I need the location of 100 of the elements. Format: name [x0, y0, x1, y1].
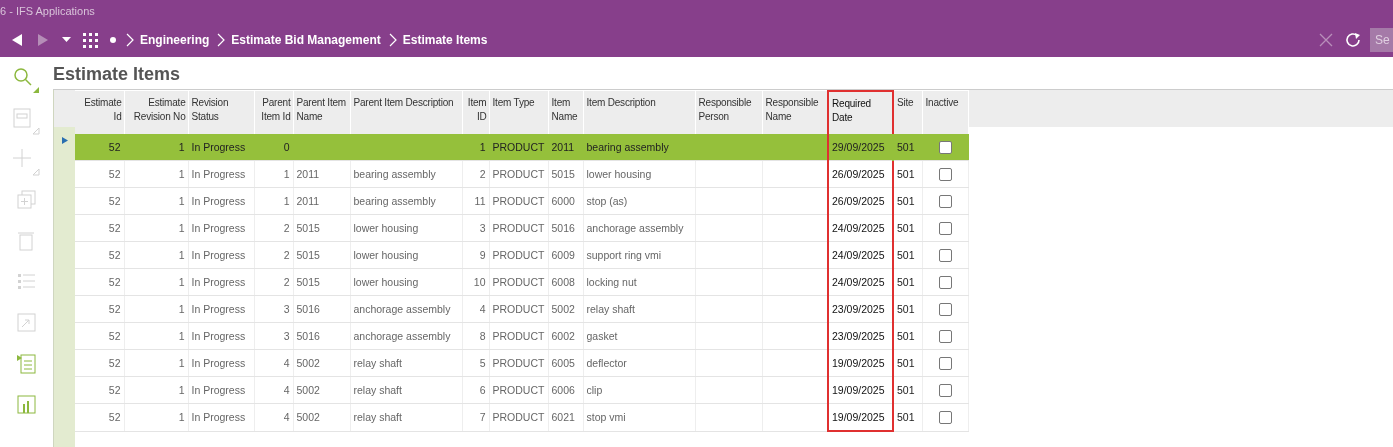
- column-header[interactable]: Item Type: [489, 91, 548, 134]
- bar-chart-icon[interactable]: [17, 395, 36, 415]
- table-cell: stop vmi: [586, 411, 626, 424]
- table-row[interactable]: 52 1 In Progress 2 5015 lower housing 10 PRODUCT 6008 locking nut 24/09/2025 501: [75, 268, 968, 296]
- table-row[interactable]: 52 1 In Progress 2 5015 lower housing 3 PRODUCT 5016 anchorage assembly 24/09/2025 501: [75, 214, 968, 242]
- checkbox[interactable]: [938, 140, 952, 154]
- table-cell: 6006: [551, 384, 575, 396]
- checkbox[interactable]: [938, 302, 952, 316]
- table-cell: 5016: [296, 303, 320, 315]
- column-header[interactable]: Estimate Revision No: [124, 91, 188, 134]
- table-cell: 5015: [296, 249, 320, 261]
- column-header[interactable]: Site: [893, 91, 922, 134]
- column-header[interactable]: Item ID: [462, 91, 489, 134]
- table-cell: bearing assembly: [353, 195, 436, 207]
- breadcrumb-link[interactable]: Estimate Items: [402, 33, 488, 47]
- back-icon[interactable]: [10, 33, 24, 47]
- table-cell: In Progress: [191, 384, 246, 396]
- checkbox[interactable]: [938, 275, 952, 289]
- table-row[interactable]: 52 1 In Progress 1 2011 bearing assembly 11 PRODUCT 6000 stop (as) 26/09/2025 501: [75, 187, 968, 215]
- apps-grid-icon[interactable]: [83, 32, 98, 48]
- table-cell: anchorage assembly: [353, 330, 451, 342]
- checkbox[interactable]: [938, 410, 952, 424]
- column-header[interactable]: Required Date: [828, 91, 893, 134]
- table-cell: 501: [897, 330, 915, 342]
- table-cell: 6009: [551, 249, 575, 261]
- column-header[interactable]: Parent Item Name: [293, 91, 350, 134]
- table-cell: In Progress: [191, 357, 246, 369]
- table-cell: In Progress: [191, 249, 246, 261]
- table-cell: 1: [178, 195, 185, 207]
- table-row[interactable]: 52 1 In Progress 2 5015 lower housing 9 PRODUCT 6009 support ring vmi 24/09/2025 501: [75, 241, 968, 269]
- checkbox[interactable]: [938, 329, 952, 343]
- column-header[interactable]: Revision Status: [188, 91, 254, 134]
- table-cell: 1: [283, 168, 290, 180]
- table-cell: anchorage assembly: [586, 222, 684, 234]
- column-header[interactable]: Responsible Name: [762, 91, 828, 134]
- selected-row[interactable]: 52 1 In Progress 0 1 PRODUCT 2011 bearing assembly 29/09/2025 501: [75, 134, 968, 161]
- checkbox[interactable]: [938, 383, 952, 397]
- forward-icon[interactable]: [36, 33, 50, 47]
- column-header[interactable]: Inactive: [922, 91, 968, 134]
- home-dot-icon[interactable]: [110, 37, 116, 43]
- table-cell: 6000: [551, 195, 575, 207]
- table-cell: deflector: [586, 357, 627, 369]
- column-header[interactable]: Item Name: [548, 91, 583, 134]
- table-cell: 52: [108, 357, 121, 369]
- table-cell: 6008: [551, 276, 575, 288]
- table-cell: relay shaft: [353, 357, 402, 369]
- table-cell: 52: [108, 168, 121, 180]
- table-cell: 1: [178, 276, 185, 288]
- table-cell: In Progress: [191, 276, 246, 288]
- table-cell: 52: [108, 222, 121, 234]
- checkbox[interactable]: [938, 248, 952, 262]
- table-cell: 6002: [551, 330, 575, 342]
- table-cell: 52: [108, 330, 121, 342]
- table-cell: 1: [178, 303, 185, 315]
- table-cell: PRODUCT: [492, 384, 545, 396]
- table-row[interactable]: 52 1 In Progress 1 2011 bearing assembly 2 PRODUCT 5015 lower housing 26/09/2025 501: [75, 160, 968, 188]
- table-cell: 1: [178, 249, 185, 261]
- table-cell: 52: [108, 141, 121, 153]
- dropdown-icon[interactable]: [62, 37, 71, 43]
- table-row[interactable]: 52 1 In Progress 4 5002 relay shaft 5 PRODUCT 6005 deflector 19/09/2025 501: [75, 349, 968, 377]
- breadcrumb-link[interactable]: Engineering: [140, 33, 210, 47]
- table-cell: 7: [479, 411, 486, 424]
- close-icon[interactable]: [1319, 33, 1333, 47]
- table-cell: 26/09/2025: [832, 168, 885, 180]
- table-cell: 1: [178, 384, 185, 396]
- table-cell: In Progress: [191, 303, 246, 315]
- table-cell: stop (as): [586, 195, 628, 207]
- table-cell: 1: [178, 222, 185, 234]
- breadcrumb-link[interactable]: Estimate Bid Management: [231, 33, 381, 47]
- column-header[interactable]: Item Description: [583, 91, 695, 134]
- table-cell: lower housing: [353, 276, 419, 288]
- checkbox[interactable]: [938, 167, 952, 181]
- table-cell: 501: [897, 168, 915, 180]
- table-cell: 501: [897, 222, 915, 234]
- column-header[interactable]: Estimate Id: [75, 91, 124, 134]
- table-row[interactable]: 52 1 In Progress 4 5002 relay shaft 6 PRODUCT 6006 clip 19/09/2025 501: [75, 376, 968, 404]
- refresh-icon[interactable]: [1345, 32, 1361, 48]
- table-cell: 1: [479, 141, 486, 153]
- table-row[interactable]: 52 1 In Progress 4 5002 relay shaft 7 PRODUCT 6021 stop vmi 19/09/2025 501: [75, 403, 968, 431]
- table-cell: 19/09/2025: [832, 411, 885, 423]
- table-cell: 5015: [296, 222, 320, 234]
- column-header[interactable]: Parent Item Description: [350, 91, 462, 134]
- table-row[interactable]: 52 1 In Progress 3 5016 anchorage assembly 8 PRODUCT 6002 gasket 23/09/2025 501: [75, 322, 968, 350]
- table-cell: PRODUCT: [492, 195, 545, 207]
- checkbox[interactable]: [938, 356, 952, 370]
- column-header[interactable]: Parent Item Id: [254, 91, 293, 134]
- table-cell: PRODUCT: [492, 141, 545, 153]
- chevron-icon: [217, 33, 226, 47]
- table-cell: 4: [283, 411, 290, 424]
- search-field[interactable]: Se: [1370, 28, 1393, 52]
- table-cell: 501: [897, 195, 915, 207]
- checkbox[interactable]: [938, 194, 952, 208]
- table-cell: 1: [178, 141, 185, 153]
- table-row[interactable]: 52 1 In Progress 3 5016 anchorage assembly 4 PRODUCT 5002 relay shaft 23/09/2025 501: [75, 295, 968, 323]
- checkbox[interactable]: [938, 221, 952, 235]
- table-cell: 501: [897, 411, 915, 424]
- search-icon[interactable]: [13, 67, 40, 94]
- column-header[interactable]: Responsible Person: [695, 91, 762, 134]
- document-list-icon[interactable]: [17, 354, 36, 374]
- table-cell: anchorage assembly: [353, 303, 451, 315]
